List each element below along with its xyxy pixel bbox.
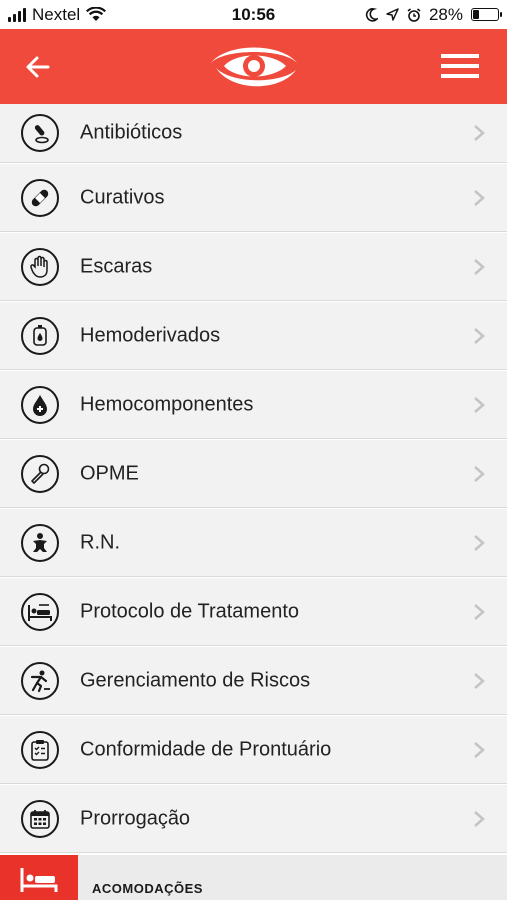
chevron-right-icon (474, 465, 485, 482)
location-icon (386, 8, 399, 21)
list-item-label: Conformidade de Prontuário (80, 738, 332, 760)
list-item-label: Hemoderivados (80, 324, 221, 346)
blood-drop-icon (21, 385, 59, 424)
baby-icon (21, 523, 59, 562)
list-item-hemoderivados[interactable]: Hemoderivados (0, 302, 507, 370)
section-title: ACOMODAÇÕES (92, 881, 203, 896)
list-item-gerenciamento-de-riscos[interactable]: Gerenciamento de Riscos (0, 647, 507, 715)
list-item-rn[interactable]: R.N. (0, 509, 507, 577)
chevron-right-icon (474, 258, 485, 275)
hamburger-icon[interactable] (441, 51, 479, 81)
blood-bag-icon (21, 316, 59, 355)
chevron-right-icon (474, 125, 485, 141)
list-item-label: Escaras (80, 255, 153, 277)
list-item-label: Antibióticos (80, 121, 183, 144)
hospital-bed-icon (21, 592, 59, 631)
alarm-icon (407, 7, 421, 22)
section-acomodacoes[interactable]: ACOMODAÇÕES (0, 855, 507, 900)
eye-logo-icon (210, 47, 298, 87)
app-header (0, 29, 507, 104)
menu-list: Antibióticos Curativos Escaras Hemoderiv… (0, 104, 507, 854)
list-item-label: R.N. (80, 531, 120, 553)
list-item-antibioticos[interactable]: Antibióticos (0, 104, 507, 163)
chevron-right-icon (474, 672, 485, 689)
status-right: 28% (365, 0, 502, 29)
list-item-conformidade-de-prontuario[interactable]: Conformidade de Prontuário (0, 716, 507, 784)
bandage-icon (21, 178, 59, 217)
section-icon-box (0, 855, 78, 900)
clipboard-icon (21, 730, 59, 769)
list-item-label: Curativos (80, 186, 165, 208)
list-item-label: Gerenciamento de Riscos (80, 669, 311, 691)
calendar-icon (21, 799, 59, 838)
list-item-prorrogacao[interactable]: Prorrogação (0, 785, 507, 853)
chevron-right-icon (474, 603, 485, 620)
list-item-label: Hemocomponentes (80, 393, 254, 415)
list-item-label: Prorrogação (80, 807, 191, 829)
list-item-opme[interactable]: OPME (0, 440, 507, 508)
list-item-protocolo-de-tratamento[interactable]: Protocolo de Tratamento (0, 578, 507, 646)
bed-icon (20, 867, 58, 892)
fall-risk-icon (21, 661, 59, 700)
battery-icon (471, 8, 502, 21)
list-item-label: Protocolo de Tratamento (80, 600, 300, 622)
list-item-escaras[interactable]: Escaras (0, 233, 507, 301)
moon-icon (365, 7, 378, 22)
chevron-right-icon (474, 810, 485, 827)
status-bar: Nextel 10:56 28% (0, 0, 507, 29)
chevron-right-icon (474, 534, 485, 551)
arrow-left-icon[interactable] (22, 51, 54, 83)
pill-icon (21, 114, 59, 152)
chevron-right-icon (474, 189, 485, 206)
chevron-right-icon (474, 741, 485, 758)
list-item-label: OPME (80, 462, 139, 484)
battery-percent: 28% (428, 4, 463, 24)
chevron-right-icon (474, 396, 485, 413)
chevron-right-icon (474, 327, 485, 344)
hand-icon (21, 247, 59, 286)
tool-icon (21, 454, 59, 493)
list-item-hemocomponentes[interactable]: Hemocomponentes (0, 371, 507, 439)
list-item-curativos[interactable]: Curativos (0, 164, 507, 232)
